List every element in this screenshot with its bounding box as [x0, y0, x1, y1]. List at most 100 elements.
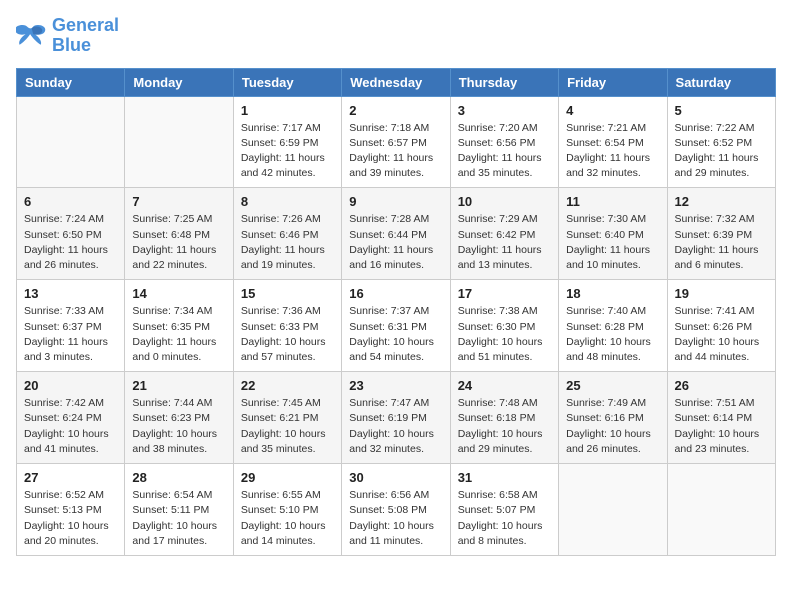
day-number: 6	[24, 194, 117, 209]
day-info: Sunrise: 7:20 AMSunset: 6:56 PMDaylight:…	[458, 121, 551, 182]
calendar-cell: 17 Sunrise: 7:38 AMSunset: 6:30 PMDayligh…	[450, 280, 558, 372]
day-number: 25	[566, 378, 659, 393]
day-number: 19	[675, 286, 768, 301]
logo: General Blue	[16, 16, 119, 56]
calendar-cell: 5 Sunrise: 7:22 AMSunset: 6:52 PMDaylight…	[667, 96, 775, 188]
calendar-cell: 31 Sunrise: 6:58 AMSunset: 5:07 PMDayligh…	[450, 464, 558, 556]
day-number: 26	[675, 378, 768, 393]
day-number: 27	[24, 470, 117, 485]
calendar-cell	[559, 464, 667, 556]
calendar-cell	[125, 96, 233, 188]
calendar-cell: 10Sunrise: 7:29 AMSunset: 6:42 PMDayligh…	[450, 188, 558, 280]
day-info: Sunrise: 7:26 AMSunset: 6:46 PMDaylight:…	[241, 212, 334, 273]
day-number: 9	[349, 194, 442, 209]
calendar-cell: 23 Sunrise: 7:47 AMSunset: 6:19 PMDayligh…	[342, 372, 450, 464]
calendar-cell: 24Sunrise: 7:48 AMSunset: 6:18 PMDayligh…	[450, 372, 558, 464]
day-number: 29	[241, 470, 334, 485]
logo-line1: General	[52, 16, 119, 36]
day-number: 7	[132, 194, 225, 209]
calendar-week-row: 20 Sunrise: 7:42 AMSunset: 6:24 PMDayligh…	[17, 372, 776, 464]
day-info: Sunrise: 7:47 AMSunset: 6:19 PMDaylight:…	[349, 396, 442, 457]
calendar-cell: 16Sunrise: 7:37 AMSunset: 6:31 PMDayligh…	[342, 280, 450, 372]
day-number: 20	[24, 378, 117, 393]
calendar-cell: 13 Sunrise: 7:33 AMSunset: 6:37 PMDayligh…	[17, 280, 125, 372]
day-info: Sunrise: 6:54 AMSunset: 5:11 PMDaylight:…	[132, 488, 225, 549]
weekday-header: Monday	[125, 68, 233, 96]
day-number: 8	[241, 194, 334, 209]
day-info: Sunrise: 7:21 AMSunset: 6:54 PMDaylight:…	[566, 121, 659, 182]
day-info: Sunrise: 7:42 AMSunset: 6:24 PMDaylight:…	[24, 396, 117, 457]
calendar-header-row: SundayMondayTuesdayWednesdayThursdayFrid…	[17, 68, 776, 96]
calendar-week-row: 1 Sunrise: 7:17 AMSunset: 6:59 PMDaylight…	[17, 96, 776, 188]
calendar-cell: 19 Sunrise: 7:41 AMSunset: 6:26 PMDayligh…	[667, 280, 775, 372]
calendar-week-row: 6Sunrise: 7:24 AMSunset: 6:50 PMDaylight…	[17, 188, 776, 280]
weekday-header: Tuesday	[233, 68, 341, 96]
day-number: 30	[349, 470, 442, 485]
calendar-week-row: 13 Sunrise: 7:33 AMSunset: 6:37 PMDayligh…	[17, 280, 776, 372]
calendar-cell: 14 Sunrise: 7:34 AMSunset: 6:35 PMDayligh…	[125, 280, 233, 372]
day-number: 13	[24, 286, 117, 301]
calendar-cell: 29 Sunrise: 6:55 AMSunset: 5:10 PMDayligh…	[233, 464, 341, 556]
day-number: 14	[132, 286, 225, 301]
day-info: Sunrise: 7:22 AMSunset: 6:52 PMDaylight:…	[675, 121, 768, 182]
calendar-cell: 20 Sunrise: 7:42 AMSunset: 6:24 PMDayligh…	[17, 372, 125, 464]
day-number: 22	[241, 378, 334, 393]
day-info: Sunrise: 7:45 AMSunset: 6:21 PMDaylight:…	[241, 396, 334, 457]
day-info: Sunrise: 6:56 AMSunset: 5:08 PMDaylight:…	[349, 488, 442, 549]
day-info: Sunrise: 7:17 AMSunset: 6:59 PMDaylight:…	[241, 121, 334, 182]
day-number: 18	[566, 286, 659, 301]
logo-text-block: General Blue	[52, 16, 119, 56]
day-info: Sunrise: 6:55 AMSunset: 5:10 PMDaylight:…	[241, 488, 334, 549]
day-number: 16	[349, 286, 442, 301]
weekday-header: Friday	[559, 68, 667, 96]
day-number: 1	[241, 103, 334, 118]
day-number: 23	[349, 378, 442, 393]
calendar-week-row: 27 Sunrise: 6:52 AMSunset: 5:13 PMDayligh…	[17, 464, 776, 556]
day-number: 21	[132, 378, 225, 393]
calendar-cell: 27 Sunrise: 6:52 AMSunset: 5:13 PMDayligh…	[17, 464, 125, 556]
calendar-cell: 7 Sunrise: 7:25 AMSunset: 6:48 PMDaylight…	[125, 188, 233, 280]
calendar-cell: 26 Sunrise: 7:51 AMSunset: 6:14 PMDayligh…	[667, 372, 775, 464]
day-info: Sunrise: 7:40 AMSunset: 6:28 PMDaylight:…	[566, 304, 659, 365]
calendar-cell: 30 Sunrise: 6:56 AMSunset: 5:08 PMDayligh…	[342, 464, 450, 556]
day-info: Sunrise: 6:52 AMSunset: 5:13 PMDaylight:…	[24, 488, 117, 549]
calendar-cell	[667, 464, 775, 556]
day-number: 17	[458, 286, 551, 301]
day-info: Sunrise: 7:34 AMSunset: 6:35 PMDaylight:…	[132, 304, 225, 365]
day-info: Sunrise: 7:38 AMSunset: 6:30 PMDaylight:…	[458, 304, 551, 365]
day-info: Sunrise: 7:33 AMSunset: 6:37 PMDaylight:…	[24, 304, 117, 365]
calendar-cell: 2 Sunrise: 7:18 AMSunset: 6:57 PMDaylight…	[342, 96, 450, 188]
calendar-cell	[17, 96, 125, 188]
day-info: Sunrise: 7:48 AMSunset: 6:18 PMDaylight:…	[458, 396, 551, 457]
day-number: 5	[675, 103, 768, 118]
weekday-header: Wednesday	[342, 68, 450, 96]
day-info: Sunrise: 7:41 AMSunset: 6:26 PMDaylight:…	[675, 304, 768, 365]
calendar-cell: 9Sunrise: 7:28 AMSunset: 6:44 PMDaylight…	[342, 188, 450, 280]
weekday-header: Saturday	[667, 68, 775, 96]
day-number: 4	[566, 103, 659, 118]
logo-icon	[16, 22, 48, 50]
day-number: 2	[349, 103, 442, 118]
day-info: Sunrise: 7:51 AMSunset: 6:14 PMDaylight:…	[675, 396, 768, 457]
calendar-cell: 25Sunrise: 7:49 AMSunset: 6:16 PMDayligh…	[559, 372, 667, 464]
day-number: 10	[458, 194, 551, 209]
day-number: 3	[458, 103, 551, 118]
day-number: 28	[132, 470, 225, 485]
calendar-cell: 12Sunrise: 7:32 AMSunset: 6:39 PMDayligh…	[667, 188, 775, 280]
calendar-cell: 8 Sunrise: 7:26 AMSunset: 6:46 PMDaylight…	[233, 188, 341, 280]
calendar-cell: 1 Sunrise: 7:17 AMSunset: 6:59 PMDaylight…	[233, 96, 341, 188]
calendar-cell: 22 Sunrise: 7:45 AMSunset: 6:21 PMDayligh…	[233, 372, 341, 464]
calendar-table: SundayMondayTuesdayWednesdayThursdayFrid…	[16, 68, 776, 556]
day-number: 31	[458, 470, 551, 485]
day-info: Sunrise: 7:44 AMSunset: 6:23 PMDaylight:…	[132, 396, 225, 457]
calendar-cell: 4 Sunrise: 7:21 AMSunset: 6:54 PMDaylight…	[559, 96, 667, 188]
day-info: Sunrise: 7:36 AMSunset: 6:33 PMDaylight:…	[241, 304, 334, 365]
page-header: General Blue	[16, 16, 776, 56]
logo-line2: Blue	[52, 36, 119, 56]
calendar-cell: 15 Sunrise: 7:36 AMSunset: 6:33 PMDayligh…	[233, 280, 341, 372]
calendar-cell: 11Sunrise: 7:30 AMSunset: 6:40 PMDayligh…	[559, 188, 667, 280]
day-number: 15	[241, 286, 334, 301]
day-info: Sunrise: 7:25 AMSunset: 6:48 PMDaylight:…	[132, 212, 225, 273]
day-info: Sunrise: 6:58 AMSunset: 5:07 PMDaylight:…	[458, 488, 551, 549]
day-info: Sunrise: 7:18 AMSunset: 6:57 PMDaylight:…	[349, 121, 442, 182]
